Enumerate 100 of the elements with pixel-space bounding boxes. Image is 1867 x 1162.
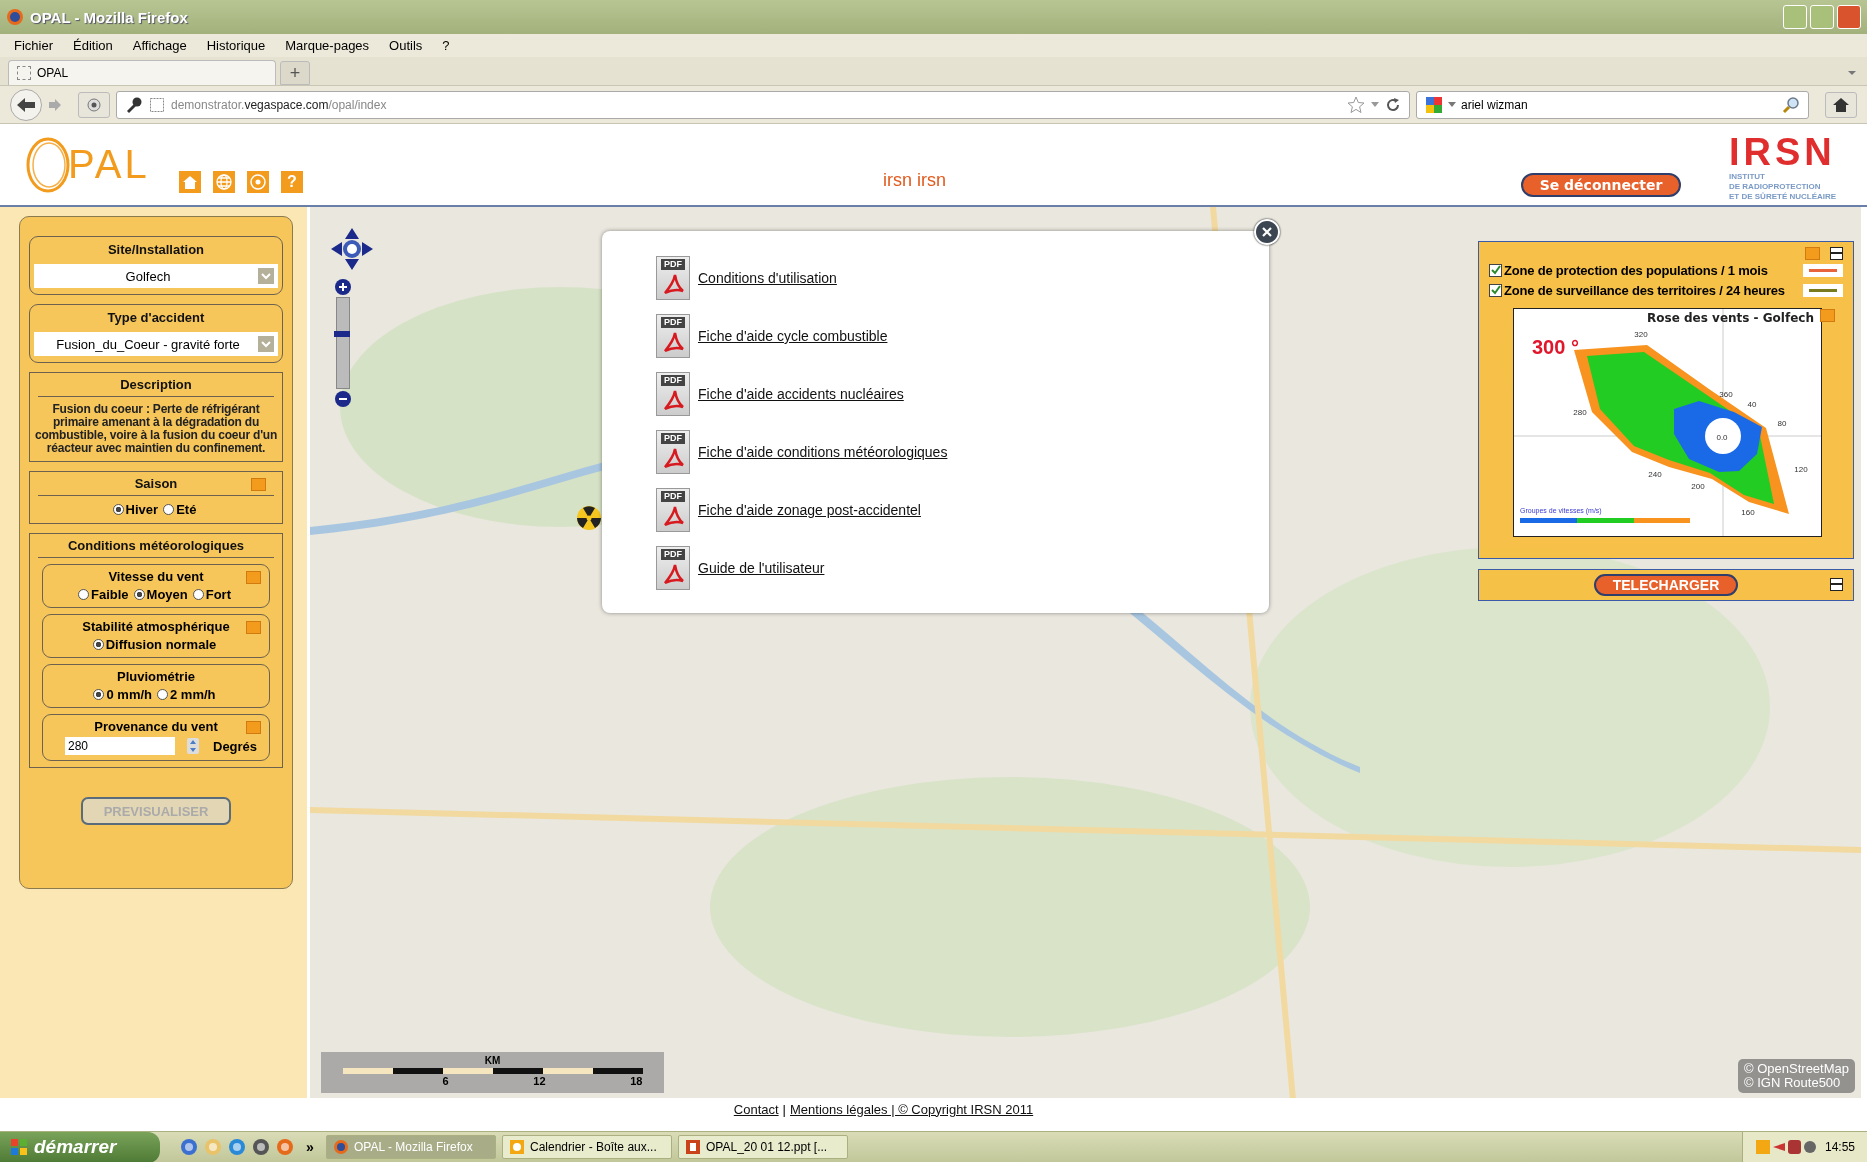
new-tab-button[interactable]: + — [280, 61, 310, 85]
direction-label: 0.0 — [1716, 433, 1728, 442]
scale-label: 18 — [630, 1075, 643, 1087]
menu-item[interactable]: Marque-pages — [285, 38, 370, 53]
page-icon — [17, 66, 31, 80]
direction-label: 360 — [1719, 390, 1733, 399]
dropdown-field[interactable]: Golfech — [34, 264, 278, 288]
zoom-slider[interactable] — [336, 297, 350, 389]
document-link[interactable]: Conditions d'utilisation — [698, 270, 837, 286]
radio-label: 0 mm/h — [106, 687, 152, 702]
plus-icon — [338, 282, 348, 292]
caret-icon — [1448, 102, 1456, 107]
checkbox[interactable] — [1489, 283, 1502, 297]
overflow-button[interactable]: » — [300, 1139, 320, 1155]
document-link[interactable]: Fiche d'aide cycle combustible — [698, 328, 888, 344]
minimize-button[interactable] — [1830, 578, 1843, 591]
direction-label: 120 — [1794, 465, 1808, 474]
user-name: irsn irsn — [883, 170, 946, 191]
tray-icons-drawing — [1754, 1139, 1817, 1155]
footer-link[interactable]: Mentions légales | © Copyright IRSN 2011 — [790, 1101, 1034, 1117]
speech-bubble-icon — [86, 96, 102, 113]
search-engine-icon — [1425, 95, 1443, 114]
footer-link[interactable]: Contact — [733, 1101, 779, 1117]
radio-label: Faible — [91, 587, 129, 602]
logo-text: PAL — [68, 142, 150, 187]
taskbar-button[interactable]: Calendrier - Boîte aux... — [502, 1135, 672, 1159]
pdf-file-icon: PDF — [656, 372, 690, 416]
home-icon — [1832, 96, 1850, 113]
checkbox[interactable] — [1489, 263, 1502, 277]
browser-tab[interactable]: OPAL — [8, 60, 276, 85]
layer-label: Zone de surveillance des territoires / 24 heures — [1504, 282, 1785, 298]
forward-arrow-icon — [48, 97, 62, 112]
radio-label: Eté — [176, 502, 197, 517]
taskbar-button[interactable]: OPAL_20 01 12.ppt [... — [678, 1135, 848, 1159]
direction-label: 40 — [1747, 400, 1757, 409]
org-subtitle: DE RADIOPROTECTION — [1729, 181, 1822, 192]
search-field[interactable]: ariel wizman — [1416, 90, 1809, 119]
direction-label: 80 — [1777, 419, 1787, 428]
radio-button[interactable] — [133, 589, 145, 600]
menu-item[interactable]: Historique — [206, 38, 266, 53]
layer-label: Zone de protection des populations / 1 mois — [1504, 262, 1768, 278]
radio-button[interactable] — [92, 639, 104, 650]
key-icon — [125, 95, 143, 114]
firefox-icon — [333, 1139, 349, 1155]
minimize-button[interactable] — [1830, 246, 1843, 260]
document-link[interactable]: Fiche d'aide accidents nucléaires — [698, 386, 904, 402]
window-icon — [252, 1138, 270, 1156]
menu-item[interactable]: Fichier — [14, 38, 53, 53]
menu-item[interactable]: Édition — [73, 38, 113, 53]
section-title: Site/Installation — [106, 242, 206, 257]
dropdown-field[interactable]: Fusion_du_Coeur - gravité forte — [34, 332, 278, 356]
menu-item[interactable]: ? — [442, 38, 450, 53]
home-button[interactable] — [1825, 91, 1857, 118]
caret-icon — [1847, 70, 1857, 76]
radio-label: 2 mm/h — [170, 687, 216, 702]
group-title: Provenance du vent — [93, 719, 219, 734]
direction-label: 200 — [1691, 482, 1705, 491]
check-icon — [1490, 285, 1501, 295]
identity-button[interactable] — [78, 91, 110, 118]
firefox-icon — [276, 1138, 294, 1156]
description-text: Fusion du coeur : Perte de réfrigérant primaire amenant à la dégradation du combustible, voire à la fusion du coeur d'un réacteur avec maintien du confinement. — [34, 403, 278, 455]
slider-thumb[interactable] — [334, 331, 350, 337]
document-link[interactable]: Fiche d'aide conditions météorologiques — [698, 444, 948, 460]
group-title: Stabilité atmosphérique — [81, 619, 231, 634]
radio-button[interactable] — [192, 589, 204, 600]
direction-label: 240 — [1648, 470, 1662, 479]
spinner-icon — [187, 738, 199, 754]
page-icon — [149, 96, 165, 113]
folder-icon — [204, 1138, 222, 1156]
radio-label: Fort — [205, 587, 231, 602]
radiation-icon — [576, 505, 602, 531]
document-link[interactable]: Fiche d'aide zonage post-accidentel — [698, 502, 921, 518]
radio-button[interactable] — [163, 504, 175, 515]
browser-icon — [228, 1138, 246, 1156]
window-title: OPAL - Mozilla Firefox — [30, 8, 188, 26]
radio-button[interactable] — [112, 504, 124, 515]
close-button[interactable] — [1837, 5, 1861, 29]
compass-icon — [330, 227, 374, 271]
start-button[interactable]: démarrer — [0, 1131, 160, 1162]
pan-control[interactable] — [330, 227, 374, 271]
windows-flag-icon — [10, 1138, 28, 1156]
radio-button[interactable] — [157, 689, 168, 700]
caret-icon — [1371, 102, 1379, 107]
check-icon — [1490, 265, 1501, 275]
org-logo-text: IRSN — [1729, 131, 1837, 172]
radio-button[interactable] — [78, 589, 89, 600]
document-link[interactable]: Guide de l'utilisateur — [698, 560, 825, 576]
menu-item[interactable]: Outils — [389, 38, 423, 53]
outlook-icon — [509, 1139, 525, 1155]
radio-label: Hiver — [125, 502, 159, 517]
scale-unit: KM — [484, 1056, 501, 1066]
section-title: Description — [38, 377, 274, 397]
address-bar[interactable]: demonstrator.vegaspace.com/opal/index — [116, 90, 1410, 119]
radio-button[interactable] — [93, 689, 105, 700]
back-arrow-icon — [16, 96, 36, 113]
section-title: Conditions météorologiques — [38, 538, 274, 558]
back-button[interactable] — [10, 88, 42, 121]
star-icon — [1347, 95, 1365, 114]
number-field[interactable]: 280 — [65, 737, 175, 755]
menu-item[interactable]: Affichage — [132, 38, 187, 53]
